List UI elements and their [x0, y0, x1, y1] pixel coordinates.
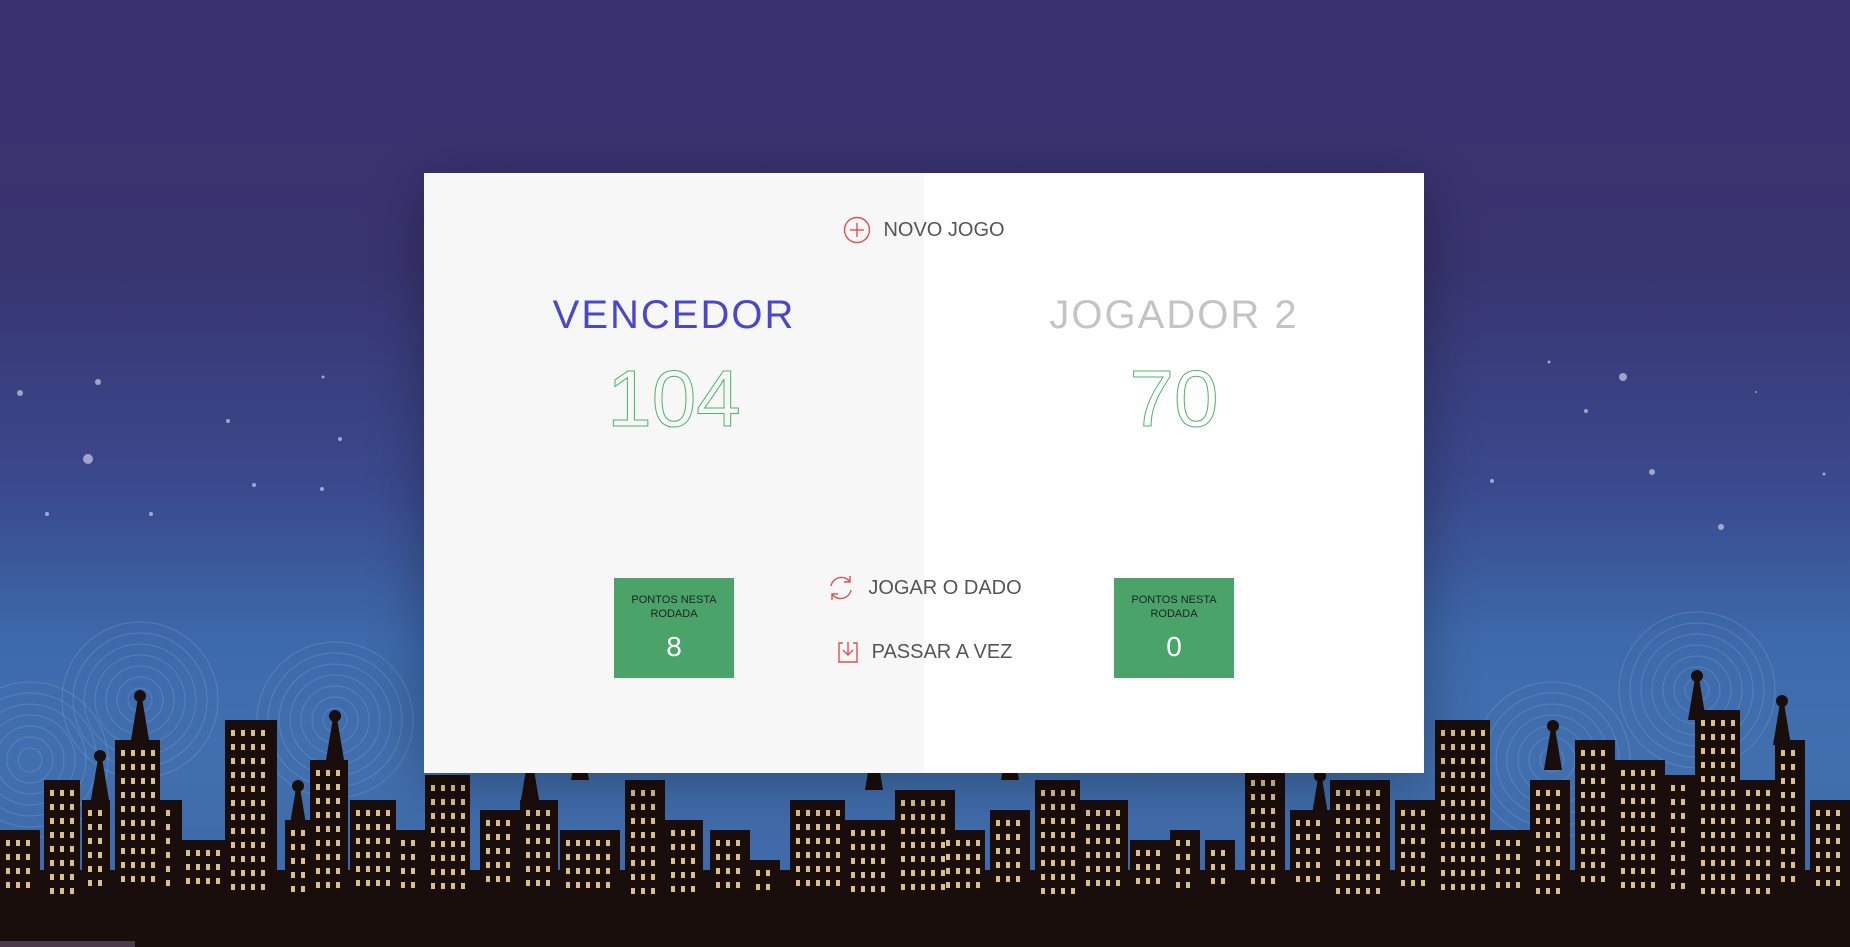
plus-circle-icon [843, 216, 871, 244]
player-1-score-value: 104 [607, 354, 741, 444]
player-1-score: 104 [424, 353, 924, 445]
player-2-panel: JOGADOR 2 70 PONTOS NESTA RODADA 0 [924, 173, 1424, 773]
new-game-button[interactable]: NOVO JOGO [424, 215, 1424, 245]
game-panel: VENCEDOR 104 PONTOS NESTA RODADA 8 JOGAD… [424, 173, 1424, 773]
roll-dice-label: JOGAR O DADO [868, 576, 1022, 599]
player-2-score: 70 [924, 353, 1424, 445]
player-1-panel: VENCEDOR 104 PONTOS NESTA RODADA 8 [424, 173, 924, 773]
player-2-score-value: 70 [1129, 354, 1219, 444]
roll-dice-button[interactable]: JOGAR O DADO [424, 573, 1424, 603]
player-2-name: JOGADOR 2 [1049, 293, 1299, 337]
download-icon [836, 640, 860, 664]
hold-label: PASSAR A VEZ [871, 640, 1013, 663]
bottom-strip [0, 941, 135, 947]
hold-button[interactable]: PASSAR A VEZ [424, 637, 1424, 667]
player-1-name: VENCEDOR [552, 293, 796, 337]
new-game-label: NOVO JOGO [883, 218, 1005, 241]
refresh-icon [826, 573, 856, 603]
